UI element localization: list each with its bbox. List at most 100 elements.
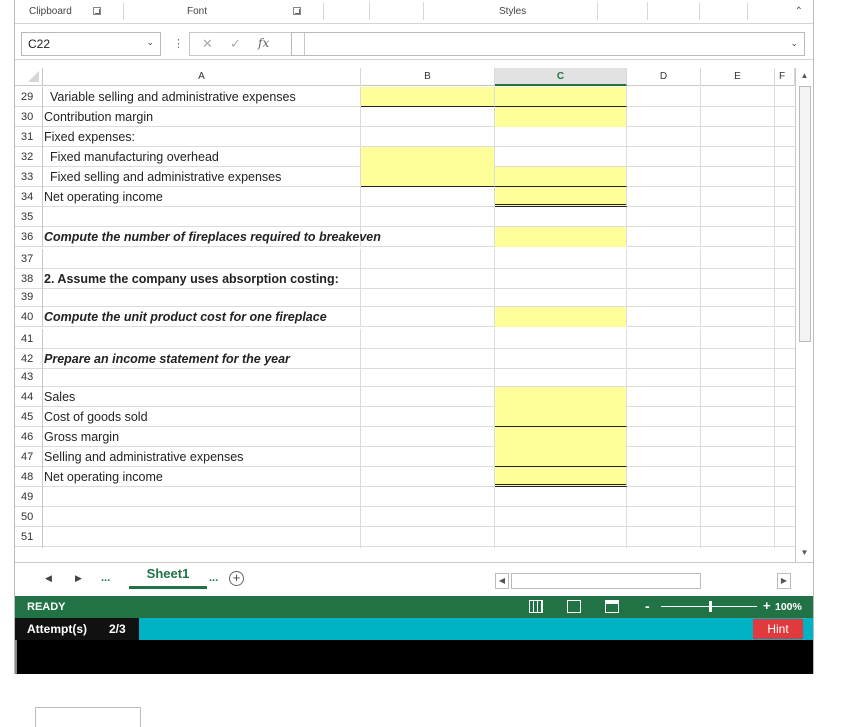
cell-d[interactable] — [627, 287, 701, 307]
cell-b[interactable] — [361, 249, 495, 269]
column-header-d[interactable]: D — [627, 68, 701, 86]
vertical-scroll-thumb[interactable] — [799, 86, 811, 342]
select-all-corner[interactable] — [15, 68, 43, 86]
cell-b[interactable] — [361, 407, 495, 427]
cell-c[interactable] — [495, 287, 627, 307]
cell-b[interactable] — [361, 127, 495, 147]
cell-e[interactable] — [701, 447, 775, 467]
cell-d[interactable] — [627, 187, 701, 207]
cell-b[interactable] — [361, 329, 495, 349]
cancel-icon[interactable]: ✕ — [202, 36, 213, 52]
cell-e[interactable] — [701, 467, 775, 487]
cell-b[interactable] — [361, 227, 495, 247]
row-header[interactable]: 33 — [15, 167, 43, 187]
input-cell-c[interactable] — [495, 227, 627, 247]
input-cell-c[interactable] — [495, 307, 627, 327]
enter-icon[interactable]: ✓ — [230, 36, 241, 52]
cell-d[interactable] — [627, 147, 701, 167]
cell-b[interactable] — [361, 187, 495, 207]
cell-e[interactable] — [701, 227, 775, 247]
cell-b[interactable] — [361, 349, 495, 369]
zoom-in-button[interactable]: + — [763, 598, 771, 613]
zoom-level[interactable]: 100% — [775, 601, 802, 613]
column-header-b[interactable]: B — [361, 68, 495, 86]
cell-b[interactable] — [361, 387, 495, 407]
cell-d[interactable] — [627, 547, 701, 548]
cell-b[interactable] — [361, 269, 495, 289]
cell-e[interactable] — [701, 167, 775, 187]
name-box[interactable]: C22 ⌄ — [21, 32, 161, 56]
cell-a[interactable]: Variable selling and administrative expe… — [43, 87, 361, 107]
cell-e[interactable] — [701, 307, 775, 327]
sheet-ellipsis-left[interactable]: ... — [101, 572, 110, 584]
cell-b[interactable] — [361, 487, 495, 507]
cell-a[interactable]: Cost of goods sold — [43, 407, 361, 427]
cell-e[interactable] — [701, 507, 775, 527]
cell-d[interactable] — [627, 467, 701, 487]
cell-a[interactable]: Fixed expenses: — [43, 127, 361, 147]
column-header-a[interactable]: A — [43, 68, 361, 86]
scroll-right-icon[interactable]: ▶ — [777, 573, 791, 589]
row-header[interactable]: 37 — [15, 249, 43, 269]
cell-d[interactable] — [627, 127, 701, 147]
input-cell-c[interactable] — [495, 447, 627, 467]
cell-a[interactable] — [43, 527, 361, 547]
cell-a[interactable]: Net operating income — [43, 187, 361, 207]
cell-d[interactable] — [627, 249, 701, 269]
input-cell-c[interactable] — [495, 427, 627, 447]
row-header[interactable]: 41 — [15, 329, 43, 349]
cell-e[interactable] — [701, 487, 775, 507]
cell-a[interactable] — [43, 547, 361, 548]
row-header[interactable]: 44 — [15, 387, 43, 407]
more-icon[interactable]: ⋮ — [173, 37, 184, 50]
cell-d[interactable] — [627, 269, 701, 289]
worksheet-grid[interactable]: A B C D E F 29 Variable selling and admin… — [15, 68, 795, 548]
next-sheet-icon[interactable]: ▶ — [75, 573, 82, 584]
cell-c[interactable] — [495, 487, 627, 507]
cell-a[interactable] — [43, 367, 361, 387]
font-launcher-icon[interactable] — [293, 7, 301, 15]
cell-b[interactable] — [361, 447, 495, 467]
cell-e[interactable] — [701, 387, 775, 407]
column-header-e[interactable]: E — [701, 68, 775, 86]
cell-e[interactable] — [701, 547, 775, 548]
cell-c[interactable] — [495, 547, 627, 548]
cell-c[interactable] — [495, 249, 627, 269]
input-cell-c[interactable] — [495, 107, 627, 127]
input-cell-c[interactable] — [495, 187, 627, 207]
column-header-c[interactable]: C — [495, 68, 627, 86]
collapse-ribbon-icon[interactable]: ⌃ — [795, 6, 803, 17]
cell-d[interactable] — [627, 87, 701, 107]
cell-d[interactable] — [627, 349, 701, 369]
cell-b[interactable] — [361, 107, 495, 127]
cell-b[interactable] — [361, 547, 495, 548]
row-header[interactable]: 45 — [15, 407, 43, 427]
row-header[interactable]: 29 — [15, 87, 43, 107]
cell-a[interactable]: 2. Assume the company uses absorption co… — [43, 269, 361, 289]
cell-d[interactable] — [627, 427, 701, 447]
sheet-ellipsis-right[interactable]: ... — [209, 572, 218, 584]
cell-b[interactable] — [361, 207, 495, 227]
row-header[interactable]: 42 — [15, 349, 43, 369]
bottom-tab-1[interactable] — [35, 707, 141, 727]
input-cell-c[interactable] — [495, 407, 627, 427]
cell-d[interactable] — [627, 527, 701, 547]
cell-d[interactable] — [627, 329, 701, 349]
row-header[interactable]: 30 — [15, 107, 43, 127]
zoom-out-button[interactable]: - — [645, 598, 650, 614]
cell-a[interactable]: Fixed selling and administrative expense… — [43, 167, 361, 187]
input-cell-c[interactable] — [495, 387, 627, 407]
cell-e[interactable] — [701, 207, 775, 227]
cell-b[interactable] — [361, 287, 495, 307]
cell-a[interactable]: Sales — [43, 387, 361, 407]
cell-a[interactable]: Gross margin — [43, 427, 361, 447]
cell-d[interactable] — [627, 407, 701, 427]
cell-e[interactable] — [701, 127, 775, 147]
cell-e[interactable] — [701, 107, 775, 127]
cell-e[interactable] — [701, 87, 775, 107]
cell-a[interactable]: Selling and administrative expenses — [43, 447, 361, 467]
cell-d[interactable] — [627, 447, 701, 467]
cell-a[interactable] — [43, 507, 361, 527]
cell-a[interactable]: Prepare an income statement for the year — [43, 349, 361, 369]
cell-b[interactable] — [361, 307, 495, 327]
